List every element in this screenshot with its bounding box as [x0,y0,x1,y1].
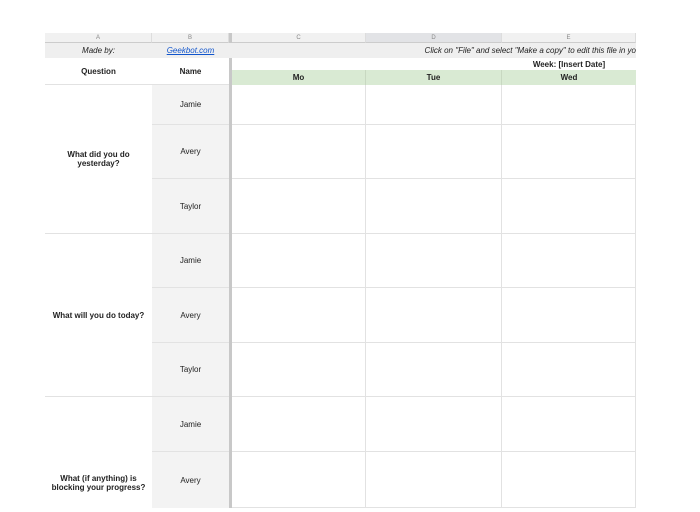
answer-cell[interactable] [366,288,502,343]
copy-notice: Click on "File" and select "Make a copy"… [424,46,636,55]
name-cell[interactable]: Jamie [152,85,229,125]
answer-cell[interactable] [366,397,502,452]
name-cell[interactable]: Jamie [152,397,229,452]
question-cell[interactable]: What will you do today? [45,234,152,397]
made-by-label: Made by: [82,46,115,55]
name-header: Name [152,58,229,85]
day-header-wed: Wed [502,70,636,85]
day-header-tue: Tue [366,70,502,85]
answer-cell[interactable] [366,343,502,397]
answer-cell[interactable] [502,125,636,179]
name-cell[interactable]: Taylor [152,343,229,397]
answer-cell[interactable] [232,288,366,343]
answer-cell[interactable] [232,452,366,508]
answer-cell[interactable] [502,452,636,508]
question-cell[interactable]: What (if anything) is blocking your prog… [45,397,152,508]
name-cell[interactable]: Avery [152,125,229,179]
answer-cell[interactable] [366,179,502,234]
answer-cell[interactable] [502,288,636,343]
answer-cell[interactable] [502,397,636,452]
answer-cell[interactable] [232,397,366,452]
name-cell[interactable]: Avery [152,452,229,508]
answer-cell[interactable] [232,234,366,288]
column-header-a[interactable]: A [45,33,152,43]
answer-cell[interactable] [232,85,366,125]
answer-cell[interactable] [502,234,636,288]
column-header-c[interactable]: C [232,33,366,43]
geekbot-link[interactable]: Geekbot.com [152,43,229,58]
question-header: Question [45,58,152,85]
answer-cell[interactable] [232,179,366,234]
day-header-mo: Mo [232,70,366,85]
answer-cell[interactable] [502,85,636,125]
column-header-d[interactable]: D [366,33,502,43]
answer-cell[interactable] [232,343,366,397]
question-cell[interactable]: What did you do yesterday? [45,85,152,234]
column-header-e[interactable]: E [502,33,636,43]
answer-cell[interactable] [366,452,502,508]
column-header-b[interactable]: B [152,33,229,43]
answer-cell[interactable] [366,85,502,125]
name-cell[interactable]: Avery [152,288,229,343]
week-label: Week: [Insert Date] [532,59,606,69]
name-cell[interactable]: Taylor [152,179,229,234]
answer-cell[interactable] [502,179,636,234]
name-cell[interactable]: Jamie [152,234,229,288]
answer-cell[interactable] [232,125,366,179]
answer-cell[interactable] [366,234,502,288]
answer-cell[interactable] [366,125,502,179]
answer-cell[interactable] [502,343,636,397]
